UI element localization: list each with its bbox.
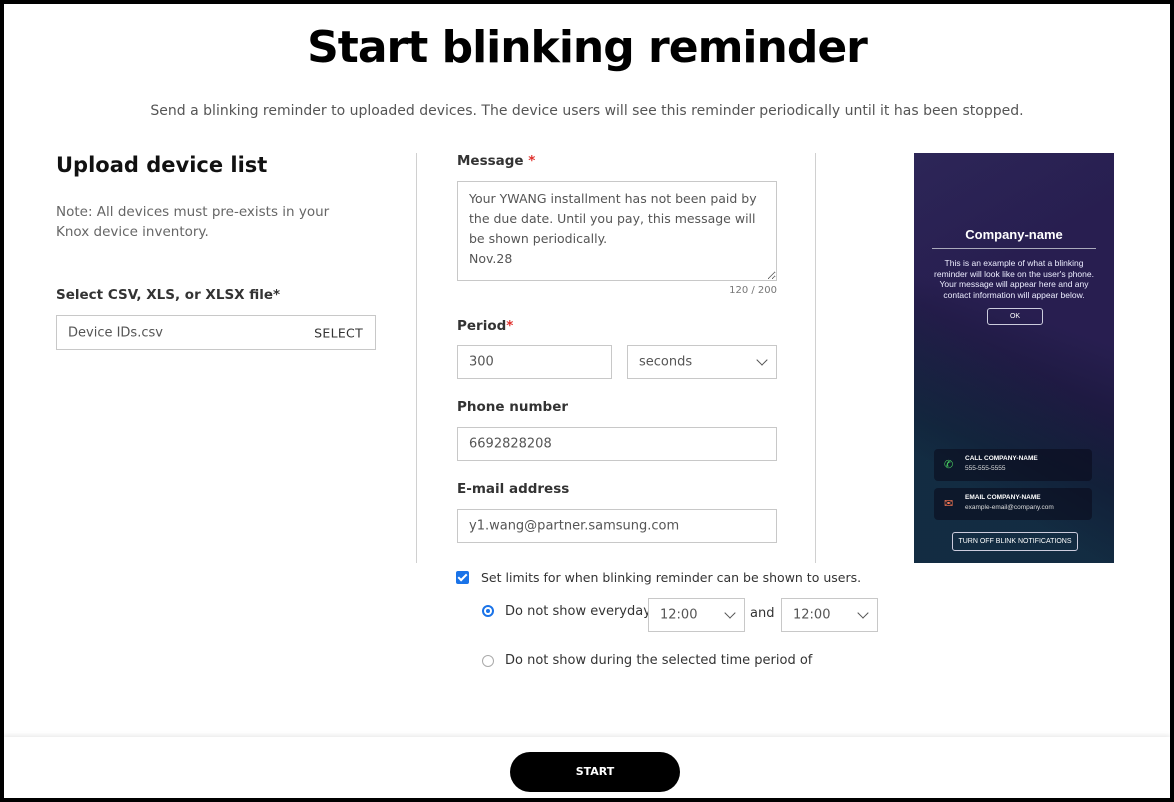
email-input[interactable]: y1.wang@partner.samsung.com: [457, 509, 777, 543]
preview-call-card: ✆ CALL COMPANY-NAME 555-555-5555: [934, 449, 1092, 481]
preview-turn-off-button: TURN OFF BLINK NOTIFICATIONS: [952, 532, 1078, 551]
radio-do-not-show-everyday[interactable]: [482, 605, 494, 617]
email-label: E-mail address: [457, 481, 570, 497]
file-field: Device IDs.csv SELECT: [56, 315, 376, 350]
select-file-button[interactable]: SELECT: [314, 325, 363, 340]
start-time-select[interactable]: 12:00: [648, 598, 745, 632]
chevron-down-icon: [857, 607, 869, 619]
preview-body: This is an example of what a blinking re…: [934, 258, 1094, 300]
upload-heading: Upload device list: [56, 153, 268, 177]
preview-ok-button: OK: [987, 308, 1043, 325]
required-mark: *: [506, 318, 514, 334]
message-label: Message *: [457, 153, 536, 169]
period-input[interactable]: 300: [457, 345, 612, 379]
dialog: Start blinking reminder Send a blinking …: [4, 4, 1170, 798]
preview-email-card: ✉ EMAIL COMPANY-NAME example-email@compa…: [934, 488, 1092, 520]
and-label: and: [750, 606, 775, 621]
message-counter: 120 / 200: [729, 285, 777, 296]
start-button[interactable]: START: [510, 752, 680, 792]
end-time-select[interactable]: 12:00: [781, 598, 878, 632]
phone-label: Phone number: [457, 399, 569, 415]
period-label: Period*: [457, 318, 514, 334]
preview-company: Company-name: [965, 227, 1063, 242]
file-name: Device IDs.csv: [68, 325, 163, 340]
phone-preview: Company-name This is an example of what …: [914, 153, 1114, 563]
phone-input[interactable]: 6692828208: [457, 427, 777, 461]
file-label: Select CSV, XLS, or XLSX file*: [56, 287, 281, 303]
required-mark: *: [528, 153, 536, 169]
limits-checkbox-label: Set limits for when blinking reminder ca…: [481, 570, 862, 585]
option2-label: Do not show during the selected time per…: [505, 653, 813, 668]
upload-note: Note: All devices must pre-exists in you…: [56, 204, 330, 240]
limits-checkbox[interactable]: [456, 571, 469, 584]
mail-icon: ✉: [944, 498, 954, 510]
message-textarea[interactable]: Your YWANG installment has not been paid…: [457, 181, 777, 281]
phone-icon: ✆: [944, 459, 954, 471]
period-unit-select[interactable]: seconds: [627, 345, 777, 379]
chevron-down-icon: [724, 607, 736, 619]
preview-divider: [932, 248, 1096, 249]
page-title: Start blinking reminder: [307, 22, 868, 73]
radio-do-not-show-during-period[interactable]: [482, 655, 494, 667]
divider-right: [815, 153, 816, 563]
page-subtitle: Send a blinking reminder to uploaded dev…: [150, 103, 1024, 119]
divider-left: [416, 153, 417, 563]
chevron-down-icon: [756, 354, 768, 366]
footer-bar: START: [4, 737, 1170, 798]
option1-label: Do not show everyday: [505, 604, 651, 619]
